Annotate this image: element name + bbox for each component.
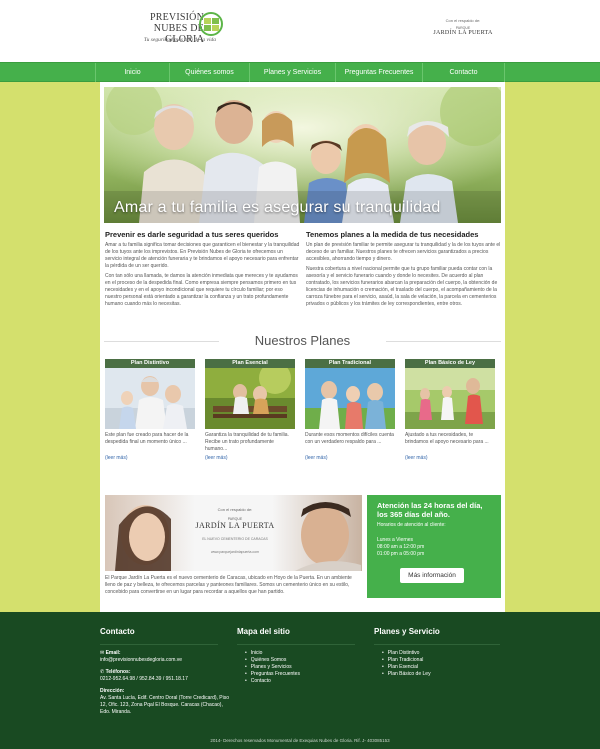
plan-card-title[interactable]: Plan Básico de Ley xyxy=(405,359,495,368)
attention-hours-2: 01:00 pm a 05:00 pm xyxy=(377,551,425,557)
logo-line-1: PREVISIÓN xyxy=(149,12,204,23)
intro-right-paragraph: Nuestra cobertura a nivel nacional permi… xyxy=(306,266,498,307)
copyright: 2014- Derechos reservados Monumental de … xyxy=(210,738,390,743)
phone-numbers: 0212-952.64.98 / 952.84.39 / 951.18.17 xyxy=(100,676,188,682)
footer-services-list: Plan Distintivo Plan Tradicional Plan Es… xyxy=(382,650,431,678)
footer-link-plan-distintivo[interactable]: Plan Distintivo xyxy=(382,650,431,657)
plan-card-title[interactable]: Plan Distintivo xyxy=(105,359,195,368)
intro-right-paragraph: Un plan de previsión familiar te permite… xyxy=(306,242,501,262)
banner-brand: JARDÍN LA PUERTA xyxy=(195,521,275,530)
partner-banner[interactable]: Con el respaldo de: PARQUE JARDÍN LA PUE… xyxy=(105,495,362,571)
plan-card-image[interactable] xyxy=(105,368,195,429)
planes-heading: Nuestros Planes xyxy=(104,333,501,349)
address-text: Av. Santa Lucía, Edif. Centro Doral (Tor… xyxy=(100,695,230,715)
address-label: Dirección: xyxy=(100,688,125,694)
footer-contact-block: ✉ Email: info@previsionnubesdegloria.com… xyxy=(100,650,230,716)
read-more-link[interactable]: (leer más) xyxy=(205,455,295,461)
plan-card-title[interactable]: Plan Tradicional xyxy=(305,359,395,368)
intro-left-paragraph: Con tan sólo una llamada, te damos la at… xyxy=(105,273,298,307)
nav-item-inicio[interactable]: Inicio xyxy=(95,63,169,82)
footer-link-plan-basico[interactable]: Plan Básico de Ley xyxy=(382,671,431,678)
nav-item-contacto[interactable]: Contacto xyxy=(422,63,505,82)
footer-link-planes-servicios[interactable]: Planes y Servicios xyxy=(245,664,300,671)
banner-description: El Parque Jardín La Puerta es el nuevo c… xyxy=(105,575,352,595)
intro-left-title: Prevenir es darle seguridad a tus seres … xyxy=(105,230,279,239)
email-label: Email: xyxy=(105,650,121,656)
phone-icon: ✆ xyxy=(100,669,105,675)
plan-card-image[interactable] xyxy=(405,368,495,429)
footer-link-inicio[interactable]: Inicio xyxy=(245,650,300,657)
read-more-link[interactable]: (leer más) xyxy=(305,455,395,461)
plan-card-description: Garantiza la tranquilidad de tu familia.… xyxy=(205,432,289,452)
attention-hours-label: Horarios de atención al cliente: xyxy=(377,522,446,528)
plan-card-title[interactable]: Plan Esencial xyxy=(205,359,295,368)
phone-label: Teléfonos: xyxy=(105,669,131,675)
plan-card-distintivo[interactable]: Plan Distintivo Este plan fue creado par… xyxy=(105,359,195,469)
banner-caption: Con el respaldo de: xyxy=(217,507,253,512)
intro-left-text: Amar a tu familia significa tomar decisi… xyxy=(105,242,300,311)
banner-subtitle: EL NUEVO CEMENTERIO DE CARACAS xyxy=(202,537,268,541)
footer-link-preguntas-frecuentes[interactable]: Preguntas Frecuentes xyxy=(245,671,300,678)
plan-card-esencial[interactable]: Plan Esencial Garantiza la tranquilidad … xyxy=(205,359,295,469)
planes-title: Nuestros Planes xyxy=(254,333,351,348)
divider-line xyxy=(374,644,500,645)
envelope-icon: ✉ xyxy=(100,650,105,656)
footer-link-plan-esencial[interactable]: Plan Esencial xyxy=(382,664,431,671)
nav-item-quienes-somos[interactable]: Quiénes somos xyxy=(169,63,249,82)
partner-logo[interactable]: Con el respaldo de: PARQUE JARDÍN LA PUE… xyxy=(428,18,498,48)
read-more-link[interactable]: (leer más) xyxy=(405,455,495,461)
banner-url[interactable]: www.parquejardinlapuerta.com xyxy=(190,550,280,554)
intro-right-title: Tenemos planes a la medida de tus necesi… xyxy=(306,230,479,239)
intro-left-paragraph: Amar a tu familia significa tomar decisi… xyxy=(105,242,300,269)
footer-sitemap-title: Mapa del sitio xyxy=(237,627,290,636)
attention-box: Atención las 24 horas del día, los 365 d… xyxy=(367,495,501,598)
partner-caption: Con el respaldo de: xyxy=(445,18,481,23)
email-link[interactable]: info@previsionnubesdegloria.com.ve xyxy=(100,657,230,664)
plan-card-image[interactable] xyxy=(305,368,395,429)
divider-line xyxy=(237,644,355,645)
intro-right-text: Un plan de previsión familiar te permite… xyxy=(306,242,501,311)
attention-title: Atención las 24 horas del día, los 365 d… xyxy=(377,501,483,519)
hero-banner: Amar a tu familia es asegurar su tranqui… xyxy=(104,87,501,223)
footer-sitemap-list: Inicio Quiénes Somos Planes y Servicios … xyxy=(245,650,300,685)
main-nav: Inicio Quiénes somos Planes y Servicios … xyxy=(0,62,600,82)
site-logo[interactable]: PREVISIÓN NUBES DE GLORIA Tu seguridad m… xyxy=(118,10,224,50)
hero-caption: Amar a tu familia es asegurar su tranqui… xyxy=(114,199,441,216)
footer-link-quienes-somos[interactable]: Quiénes Somos xyxy=(245,657,300,664)
footer-contact-title: Contacto xyxy=(100,627,135,636)
partner-name: JARDÍN LA PUERTA xyxy=(433,30,493,36)
footer-link-plan-tradicional[interactable]: Plan Tradicional xyxy=(382,657,431,664)
footer-services-title: Planes y Servicio xyxy=(374,627,440,636)
footer-link-contacto[interactable]: Contacto xyxy=(245,678,300,685)
plan-card-basico[interactable]: Plan Básico de Ley Ajustado a tus necesi… xyxy=(405,359,495,469)
attention-hours-1: 08:00 am a 12:00 pm xyxy=(377,544,425,550)
plan-card-description: Este plan fue creado para hacer de la de… xyxy=(105,432,189,445)
more-info-button[interactable]: Más información xyxy=(400,568,464,583)
read-more-link[interactable]: (leer más) xyxy=(105,455,195,461)
site-header: PREVISIÓN NUBES DE GLORIA Tu seguridad m… xyxy=(0,0,600,62)
plan-card-description: Ajustado a tus necesidades, te brindamos… xyxy=(405,432,489,445)
logo-tagline: Tu seguridad más allá de la vida xyxy=(143,37,216,43)
nav-item-preguntas-frecuentes[interactable]: Preguntas Frecuentes xyxy=(335,63,422,82)
plan-card-tradicional[interactable]: Plan Tradicional Durante esos momentos d… xyxy=(305,359,395,469)
divider-line xyxy=(100,644,218,645)
attention-days: Lunes a Viernes xyxy=(377,537,414,543)
plan-card-description: Durante esos momentos difíciles cuenta c… xyxy=(305,432,394,445)
nav-item-planes-servicios[interactable]: Planes y Servicios xyxy=(249,63,335,82)
logo-cloud-icon xyxy=(199,12,223,36)
plan-card-image[interactable] xyxy=(205,368,295,429)
site-footer: Contacto ✉ Email: info@previsionnubesdeg… xyxy=(0,612,600,749)
